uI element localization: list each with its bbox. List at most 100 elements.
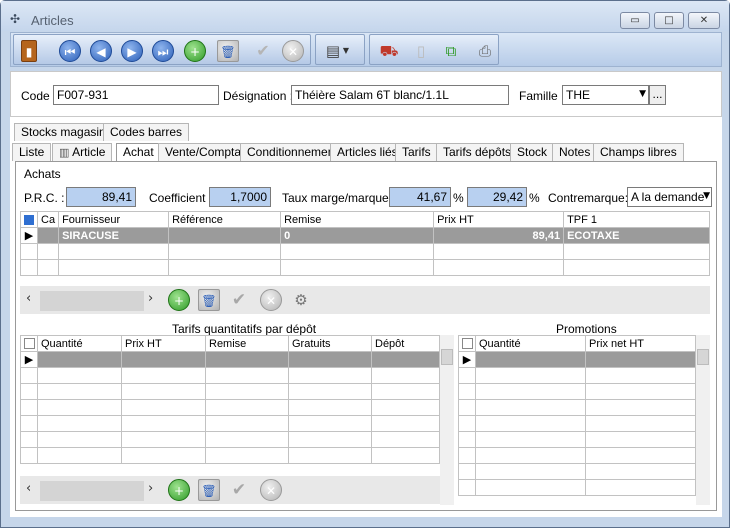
designation-field[interactable]: Théière Salam 6T blanc/1.1L	[291, 85, 509, 105]
horizontal-scrollbar[interactable]	[40, 291, 144, 311]
last-record-icon[interactable]: ⏭	[152, 40, 174, 62]
validate-supplier-icon[interactable]: ✔	[228, 289, 250, 311]
table-row[interactable]	[458, 463, 696, 480]
horizontal-scrollbar[interactable]	[40, 481, 144, 501]
col-prix-ht[interactable]: Prix HT	[121, 335, 206, 352]
contremarque-value: A la demande	[631, 190, 705, 204]
cell-reference[interactable]	[168, 227, 282, 244]
table-row[interactable]	[20, 383, 440, 400]
table-row[interactable]: ▶	[458, 351, 696, 368]
next-record-icon[interactable]: ▶	[121, 40, 143, 62]
table-row[interactable]	[20, 415, 440, 432]
col-remise[interactable]: Remise	[280, 211, 435, 228]
col-prix-net-ht[interactable]: Prix net HT	[585, 335, 696, 352]
cell-tpf1[interactable]: ECOTAXE	[563, 227, 710, 244]
table-row[interactable]	[458, 367, 696, 384]
table-row[interactable]	[458, 431, 696, 448]
scroll-left-icon[interactable]: ‹	[26, 291, 31, 306]
tab-tarifs-depots[interactable]: Tarifs dépôts	[436, 143, 519, 161]
table-row[interactable]	[458, 399, 696, 416]
table-row[interactable]	[458, 447, 696, 464]
delete-trash-icon[interactable]: 🗑	[217, 40, 239, 62]
restore-button[interactable]: □	[654, 12, 684, 29]
taux-marque-field[interactable]: 29,42	[467, 187, 527, 207]
copy-icon[interactable]: ▯	[410, 40, 432, 62]
tab-liste[interactable]: Liste	[12, 143, 52, 161]
tab-achat[interactable]: Achat	[116, 143, 161, 163]
order-icon[interactable]: ⛟	[378, 40, 400, 62]
duplicate-icon[interactable]: ⧉	[440, 40, 462, 62]
dropdown-arrow-icon[interactable]: ▼	[340, 40, 352, 62]
validate-check-icon[interactable]: ✔	[252, 40, 274, 62]
supplier-details-icon[interactable]: ⚙	[290, 289, 312, 311]
app-icon: ✣	[10, 12, 21, 26]
table-row[interactable]	[20, 367, 440, 384]
col-reference[interactable]: Référence	[168, 211, 282, 228]
tab-article[interactable]: ▥ Article	[52, 143, 113, 161]
famille-select[interactable]: THE ▼	[562, 85, 649, 105]
tab-strip: Stocks magasins Codes barres Liste ▥ Art…	[10, 123, 722, 165]
cell-fournisseur[interactable]: SIRACUSE	[58, 227, 170, 244]
minimize-button[interactable]: ▭	[620, 12, 650, 29]
taux-marge-field[interactable]: 41,67	[389, 187, 451, 207]
first-record-icon[interactable]: ⏮	[59, 40, 81, 62]
add-supplier-icon[interactable]: +	[168, 289, 190, 311]
contremarque-select[interactable]: A la demande ▼	[627, 187, 712, 207]
col-quantite[interactable]: Quantité	[475, 335, 586, 352]
table-row[interactable]	[458, 479, 696, 496]
table-row[interactable]	[20, 243, 710, 260]
tarifs-vertical-scrollbar[interactable]	[440, 335, 454, 505]
prc-field[interactable]: 89,41	[66, 187, 136, 207]
col-prix-ht[interactable]: Prix HT	[433, 211, 565, 228]
scroll-right-icon[interactable]: ›	[148, 481, 153, 496]
coefficient-field[interactable]: 1,7000	[209, 187, 271, 207]
col-gratuits[interactable]: Gratuits	[288, 335, 372, 352]
export-icon[interactable]: ⎙	[474, 40, 496, 62]
cell-prix-ht[interactable]: 89,41	[433, 227, 565, 244]
col-ca[interactable]: Ca	[36, 211, 60, 228]
table-row[interactable]	[458, 383, 696, 400]
cancel-tarif-icon[interactable]: ✕	[260, 479, 282, 501]
tab-stock[interactable]: Stock	[510, 143, 555, 161]
col-tpf1[interactable]: TPF 1	[563, 211, 710, 228]
tab-champs-libres[interactable]: Champs libres	[593, 143, 684, 161]
add-icon[interactable]: +	[184, 40, 206, 62]
delete-tarif-icon[interactable]: 🗑	[198, 479, 220, 501]
table-row[interactable]	[20, 399, 440, 416]
col-quantite[interactable]: Quantité	[37, 335, 122, 352]
table-row[interactable]	[20, 431, 440, 448]
tab-tarifs[interactable]: Tarifs	[395, 143, 438, 161]
cancel-icon[interactable]: ✕	[282, 40, 304, 62]
select-all-checkbox[interactable]	[20, 211, 38, 228]
title-bar: ✣ Articles ▭ □ ✕	[1, 1, 729, 31]
col-fournisseur[interactable]: Fournisseur	[58, 211, 170, 228]
promotions-select-all-checkbox[interactable]	[458, 335, 476, 352]
add-tarif-icon[interactable]: +	[168, 479, 190, 501]
cancel-supplier-icon[interactable]: ✕	[260, 289, 282, 311]
door-exit-icon[interactable]: ▮	[21, 40, 37, 62]
tarifs-select-all-checkbox[interactable]	[20, 335, 38, 352]
cell-remise[interactable]: 0	[280, 227, 435, 244]
scroll-right-icon[interactable]: ›	[148, 291, 153, 306]
tab-vente-compta[interactable]: Vente/Compta	[158, 143, 249, 161]
table-row[interactable]	[20, 259, 710, 276]
table-row[interactable]: ▶	[20, 351, 440, 368]
cell-ca[interactable]	[36, 227, 60, 244]
previous-record-icon[interactable]: ◀	[90, 40, 112, 62]
code-field[interactable]: F007-931	[53, 85, 219, 105]
tab-articles-lies[interactable]: Articles liés	[330, 143, 405, 161]
table-row[interactable]	[458, 415, 696, 432]
percent-marge-label: %	[453, 191, 464, 205]
scroll-left-icon[interactable]: ‹	[26, 481, 31, 496]
promotions-vertical-scrollbar[interactable]	[696, 335, 710, 505]
tab-codes-barres[interactable]: Codes barres	[103, 123, 190, 141]
validate-tarif-icon[interactable]: ✔	[228, 479, 250, 501]
col-depot[interactable]: Dépôt	[371, 335, 440, 352]
delete-supplier-icon[interactable]: 🗑	[198, 289, 220, 311]
close-button[interactable]: ✕	[688, 12, 720, 29]
col-remise[interactable]: Remise	[205, 335, 289, 352]
table-row[interactable]	[20, 447, 440, 464]
tab-notes[interactable]: Notes	[552, 143, 598, 161]
table-row[interactable]: ▶ SIRACUSE 0 89,41 ECOTAXE	[20, 227, 710, 244]
famille-browse-button[interactable]: ...	[649, 85, 666, 105]
